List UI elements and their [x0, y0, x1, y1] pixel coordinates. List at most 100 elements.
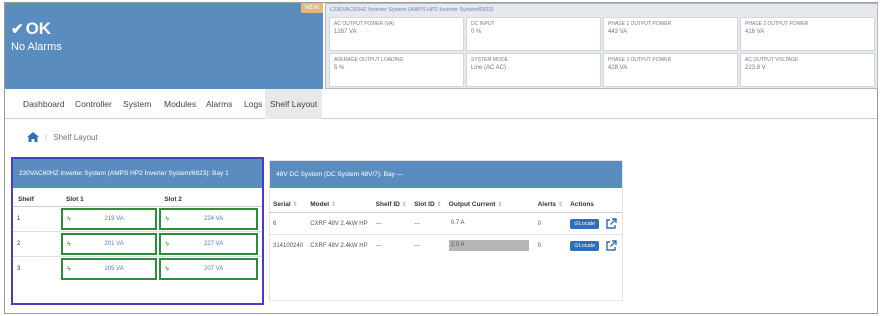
- slot-power: 224 VA: [203, 216, 224, 222]
- col-alerts[interactable]: Alerts ⇕: [534, 188, 568, 213]
- metric-value: 223.8 V: [745, 65, 766, 71]
- cell-actions: ⊙Locate: [567, 212, 622, 235]
- power-bolt-icon: ϟ: [165, 265, 169, 273]
- slot-power: 219 VA: [104, 216, 124, 222]
- power-bolt-icon: ϟ: [67, 265, 71, 273]
- home-icon[interactable]: [27, 132, 39, 142]
- tab-controller[interactable]: Controller: [75, 89, 112, 119]
- slot-power: 201 VA: [104, 241, 124, 247]
- inverter-shelf-panel: 230VAC60HZ Inverter System (AMPS HP2 Inv…: [11, 157, 264, 305]
- col-shelf: Shelf: [13, 188, 61, 207]
- sort-icon: ⇕: [292, 202, 298, 208]
- breadcrumb-separator: /: [45, 132, 48, 142]
- cell-shelf-id: ---: [372, 234, 412, 257]
- external-link-icon[interactable]: [605, 217, 617, 230]
- metric-value: 428 VA: [608, 65, 628, 71]
- inverter-slot[interactable]: ϟ 201 VA: [61, 233, 158, 255]
- metric-value: 5 %: [334, 65, 345, 71]
- metrics-title[interactable]: L230VAC60HZ Inverter System (AMPS HP2 In…: [330, 7, 493, 13]
- cell-alerts: 0: [534, 234, 568, 257]
- metric-label: PHASE 1 OUTPUT POWER: [608, 21, 672, 27]
- inverter-slot[interactable]: ϟ 207 VA: [159, 258, 258, 280]
- metric-ac-output-power: AC OUTPUT POWER (VA) 1287 VA: [329, 17, 464, 51]
- cell-model: CXRF 48V 2.4kW HP: [307, 234, 373, 257]
- tab-logs[interactable]: Logs: [244, 89, 262, 119]
- rectifier-table: Serial ⇕ Model ⇕ Shelf ID ⇕ Slot ID ⇕ Output…: [270, 188, 622, 257]
- metric-label: SYSTEM MODE: [471, 57, 508, 63]
- power-bolt-icon: ϟ: [165, 215, 169, 223]
- table-row: 3 ϟ 205 VA ϟ 207 VA: [13, 256, 262, 281]
- check-icon: ✔: [11, 21, 24, 38]
- metric-phase3-output-power: PHASE 3 OUTPUT POWER 428 VA: [603, 53, 738, 87]
- sort-icon: ⇕: [558, 202, 564, 208]
- cell-shelf-id: ---: [372, 212, 412, 235]
- tab-shelf-layout[interactable]: Shelf Layout: [265, 89, 323, 119]
- col-serial[interactable]: Serial ⇕: [270, 188, 308, 213]
- tab-system[interactable]: System: [123, 89, 151, 119]
- slot-power: 207 VA: [203, 266, 224, 272]
- metric-value: 416 VA: [745, 29, 765, 35]
- metric-value: 0 %: [471, 29, 482, 35]
- metric-phase2-output-power: PHASE 2 OUTPUT POWER 416 VA: [740, 17, 875, 51]
- metric-ac-output-voltage: AC OUTPUT VOLTAGE 223.8 V: [740, 53, 875, 87]
- table-row: 6 CXRF 48V 2.4kW HP --- --- 0.7 A 0 ⊙Loc…: [270, 212, 622, 235]
- tab-modules[interactable]: Modules: [164, 89, 196, 119]
- power-bolt-icon: ϟ: [67, 240, 71, 248]
- locate-button[interactable]: ⊙Locate: [570, 219, 600, 230]
- sort-icon: ⇕: [436, 202, 442, 208]
- locate-button[interactable]: ⊙Locate: [570, 241, 600, 252]
- metric-dc-input: DC INPUT 0 %: [466, 17, 601, 51]
- inverter-shelf-table: Shelf Slot 1 Slot 2 1 ϟ 219 VA ϟ 224 VA 2 …: [13, 188, 262, 281]
- metric-value: 1287 VA: [334, 29, 357, 35]
- col-actions: Actions: [567, 188, 622, 213]
- cell-output-current: 2.0 A: [445, 234, 535, 257]
- col-slot2: Slot 2: [159, 188, 262, 207]
- new-badge: NEW: [301, 3, 323, 13]
- cell-alerts: 0: [534, 212, 568, 235]
- col-shelf-id[interactable]: Shelf ID ⇕: [372, 188, 412, 213]
- status-title: ✔ OK: [11, 19, 51, 39]
- system-metrics-panel: L230VAC60HZ Inverter System (AMPS HP2 In…: [325, 3, 878, 89]
- status-panel: NEW ✔ OK No Alarms: [5, 3, 323, 89]
- metric-label: AC OUTPUT POWER (VA): [334, 21, 395, 27]
- metric-label: PHASE 2 OUTPUT POWER: [745, 21, 809, 27]
- dc-system-panel: 48V DC System (DC System 48V/7): Bay ---…: [269, 160, 623, 301]
- tab-dashboard[interactable]: Dashboard: [23, 89, 65, 119]
- dc-panel-title: 48V DC System (DC System 48V/7): Bay ---: [270, 161, 622, 188]
- power-bolt-icon: ϟ: [67, 215, 71, 223]
- power-bolt-icon: ϟ: [165, 240, 169, 248]
- inverter-slot[interactable]: ϟ 219 VA: [61, 208, 158, 230]
- cell-slot-id: ---: [411, 234, 446, 257]
- alarm-summary: No Alarms: [11, 41, 62, 53]
- col-slot1: Slot 1: [61, 188, 160, 207]
- shelf-number: 1: [13, 206, 61, 232]
- tab-alarms[interactable]: Alarms: [206, 89, 232, 119]
- metric-value: Line (AC AC): [471, 65, 507, 71]
- metric-label: AC OUTPUT VOLTAGE: [745, 57, 799, 63]
- slot-power: 205 VA: [104, 266, 124, 272]
- col-model[interactable]: Model ⇕: [307, 188, 373, 213]
- status-text: OK: [25, 19, 52, 38]
- metric-label: DC INPUT: [471, 21, 495, 27]
- table-row: 2 ϟ 201 VA ϟ 227 VA: [13, 231, 262, 257]
- inverter-panel-title: 230VAC60HZ Inverter System (AMPS HP2 Inv…: [13, 159, 262, 188]
- external-link-icon[interactable]: [605, 240, 617, 252]
- cell-actions: ⊙Locate: [567, 234, 622, 257]
- cell-slot-id: ---: [411, 212, 446, 235]
- table-row: 314100240 CXRF 48V 2.4kW HP --- --- 2.0 …: [270, 234, 622, 257]
- sort-icon: ⇕: [331, 202, 337, 208]
- breadcrumb-current: Shelf Layout: [53, 132, 98, 142]
- cell-serial: 6: [270, 212, 308, 235]
- current-value: 2.0 A: [448, 240, 529, 252]
- app-frame: NEW ✔ OK No Alarms L230VAC60HZ Inverter S…: [4, 2, 878, 314]
- metric-value: 443 VA: [608, 29, 628, 35]
- col-output-current[interactable]: Output Current ⇕: [445, 188, 535, 213]
- sort-icon: ⇕: [401, 202, 407, 208]
- col-slot-id[interactable]: Slot ID ⇕: [411, 188, 446, 213]
- sort-icon: ⇕: [497, 202, 503, 208]
- inverter-slot[interactable]: ϟ 227 VA: [159, 233, 258, 255]
- inverter-slot[interactable]: ϟ 205 VA: [61, 258, 158, 280]
- metric-label: AVERAGE OUTPUT LOADING: [334, 57, 404, 63]
- metric-phase1-output-power: PHASE 1 OUTPUT POWER 443 VA: [603, 17, 738, 51]
- inverter-slot[interactable]: ϟ 224 VA: [159, 208, 258, 230]
